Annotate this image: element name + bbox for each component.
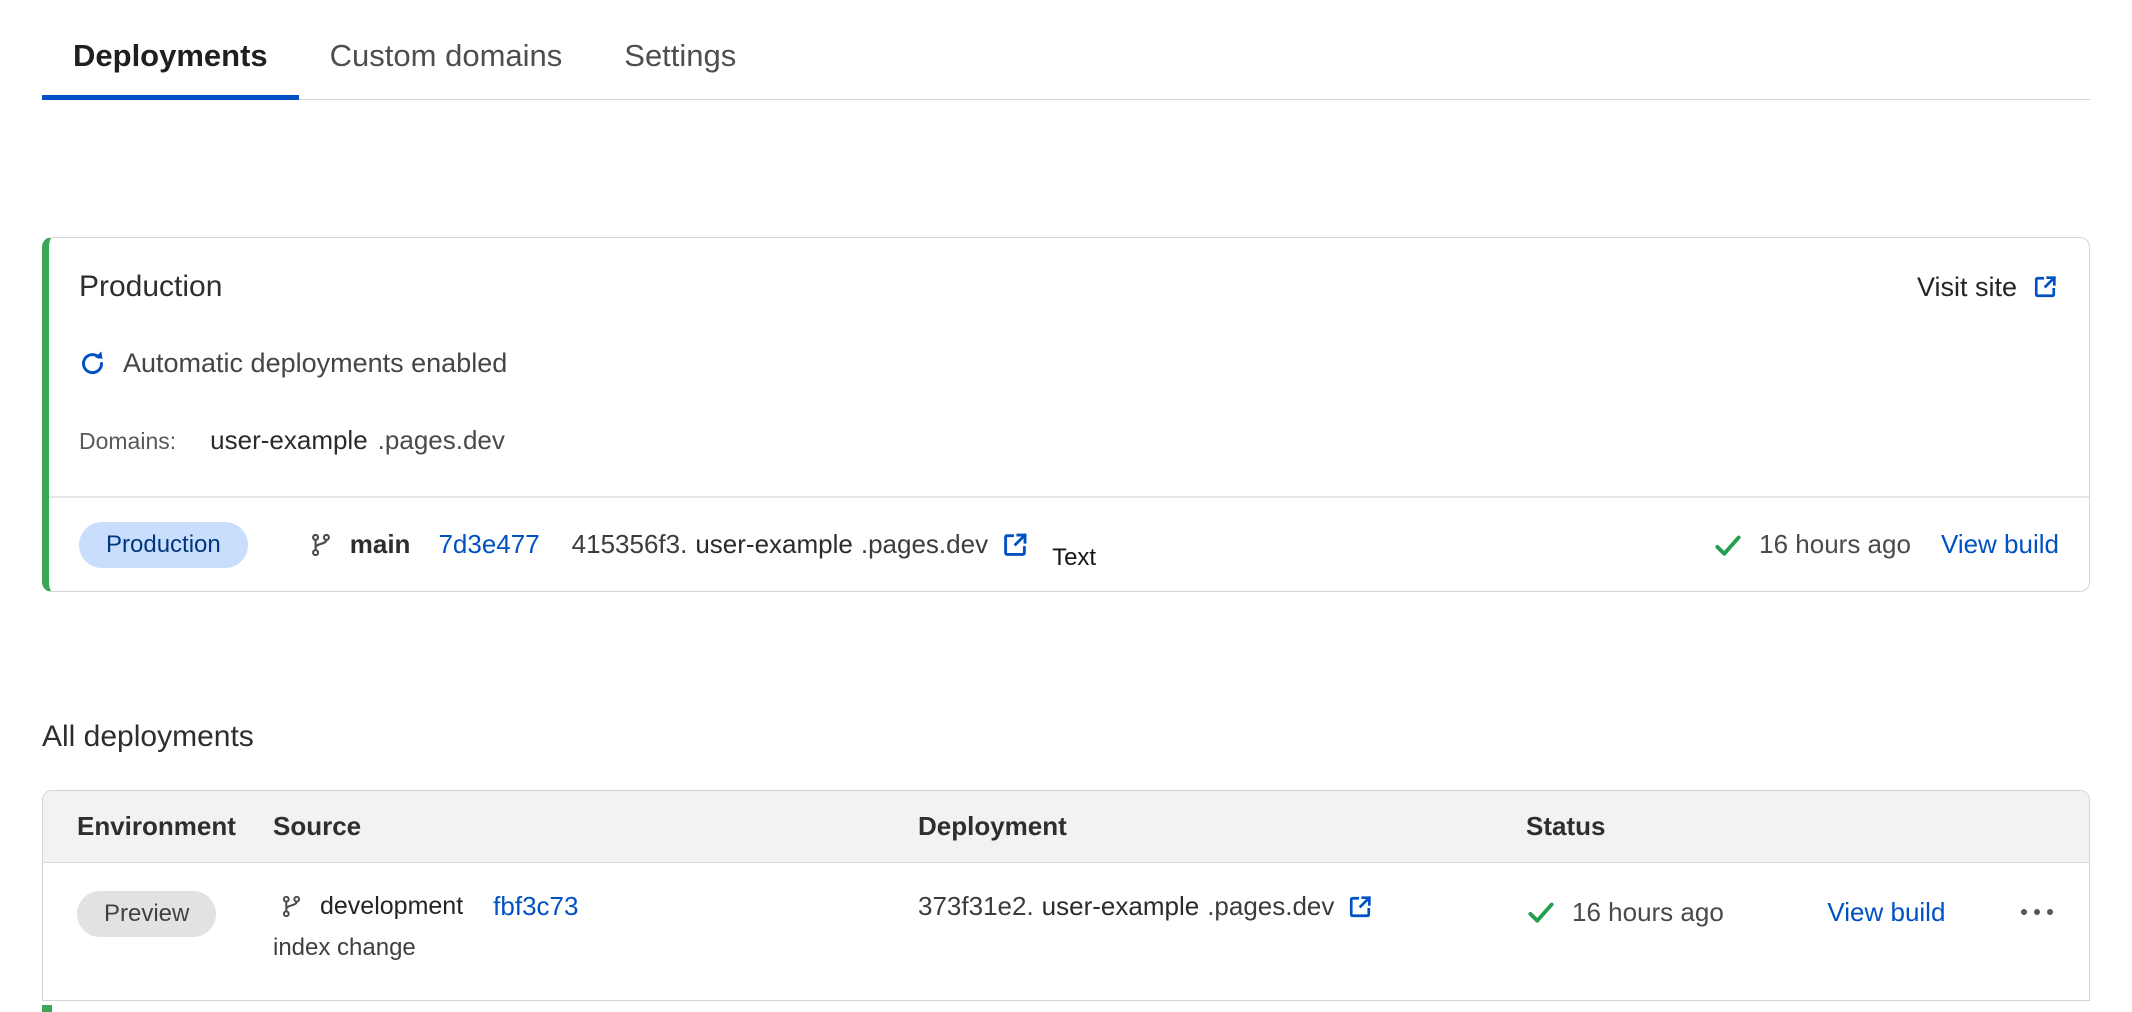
- production-card-header: Production Visit site: [49, 238, 2089, 304]
- kebab-menu-icon: [2019, 894, 2055, 930]
- git-branch-icon: [279, 894, 304, 919]
- table-row: Preview development fbf3c73 index change: [43, 863, 2089, 1000]
- tab-deployments[interactable]: Deployments: [42, 38, 299, 100]
- deployment-cell: 373f31e2. user-example .pages.dev: [918, 891, 1526, 922]
- visit-site-label: Visit site: [1917, 272, 2017, 303]
- deployment-url-name: user-example: [695, 529, 853, 560]
- environment-badge: Production: [79, 522, 248, 568]
- deployment-url-name: user-example: [1042, 891, 1200, 922]
- domains-label: Domains:: [79, 428, 176, 455]
- status-cell: 16 hours ago View build: [1526, 894, 2089, 930]
- success-check-icon: [1526, 897, 1556, 927]
- branch-name: main: [350, 529, 411, 560]
- external-link-icon: [1346, 893, 1374, 921]
- column-header-deployment: Deployment: [918, 811, 1526, 842]
- commit-link[interactable]: fbf3c73: [493, 891, 578, 922]
- deployment-time: 16 hours ago: [1572, 897, 1724, 928]
- all-deployments-heading: All deployments: [42, 720, 2090, 754]
- tab-settings[interactable]: Settings: [593, 38, 767, 100]
- refresh-icon: [79, 350, 106, 377]
- column-header-environment: Environment: [77, 811, 273, 842]
- deployment-url-link[interactable]: 415356f3. user-example .pages.dev: [572, 529, 1030, 560]
- external-link-icon: [1000, 530, 1030, 560]
- commit-message: index change: [273, 934, 918, 962]
- external-link-icon: [2031, 273, 2059, 301]
- auto-deployments-row: Automatic deployments enabled: [49, 304, 2089, 379]
- view-build-link[interactable]: View build: [1941, 529, 2059, 560]
- view-build-link[interactable]: View build: [1827, 897, 1945, 928]
- visit-site-link[interactable]: Visit site: [1917, 272, 2059, 303]
- deployment-time: 16 hours ago: [1759, 529, 1911, 560]
- tab-bar: Deployments Custom domains Settings: [42, 0, 2090, 100]
- production-title: Production: [79, 270, 222, 304]
- deployment-url-prefix: 373f31e2.: [918, 891, 1034, 922]
- domains-row: Domains: user-example .pages.dev: [49, 379, 2089, 456]
- column-header-source: Source: [273, 811, 918, 842]
- next-row-accent: [42, 1005, 52, 1012]
- deployment-info: Production main 7d3e477 415356f3. user-e…: [79, 522, 1096, 568]
- source-cell: development fbf3c73 index change: [273, 891, 918, 962]
- row-menu-button[interactable]: [2019, 894, 2055, 930]
- commit-link[interactable]: 7d3e477: [438, 529, 539, 560]
- deployment-status: 16 hours ago View build: [1713, 529, 2059, 560]
- domain-suffix: .pages.dev: [378, 425, 505, 456]
- table-header-row: Environment Source Deployment Status: [43, 791, 2089, 863]
- deployment-url-suffix: .pages.dev: [861, 529, 988, 560]
- deployments-table: Environment Source Deployment Status Pre…: [42, 790, 2090, 1001]
- success-check-icon: [1713, 530, 1743, 560]
- environment-cell: Preview: [77, 891, 273, 937]
- branch-name: development: [320, 892, 463, 921]
- production-deployment-row: Production main 7d3e477 415356f3. user-e…: [49, 498, 2089, 591]
- auto-deployments-text: Automatic deployments enabled: [123, 348, 507, 379]
- text-annotation: Text: [1052, 544, 1096, 572]
- deployment-url-prefix: 415356f3.: [572, 529, 688, 560]
- deployment-url-suffix: .pages.dev: [1207, 891, 1334, 922]
- tab-custom-domains[interactable]: Custom domains: [299, 38, 594, 100]
- deployment-url-link[interactable]: 373f31e2. user-example .pages.dev: [918, 891, 1374, 922]
- production-card: Production Visit site Automatic deployme…: [42, 237, 2090, 592]
- environment-badge: Preview: [77, 891, 216, 937]
- column-header-status: Status: [1526, 811, 2089, 842]
- git-branch-icon: [308, 532, 334, 558]
- domain-name: user-example: [210, 425, 368, 456]
